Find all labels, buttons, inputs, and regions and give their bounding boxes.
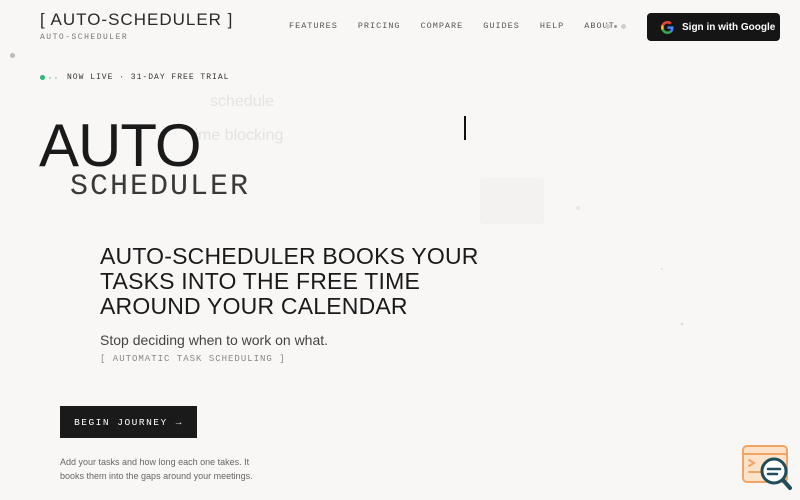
nav-compare[interactable]: COMPARE: [421, 21, 464, 31]
decorative-dot: [576, 206, 580, 210]
live-dot-icon: [40, 75, 45, 80]
text-cursor: [464, 116, 466, 140]
theme-toggle-dots[interactable]: [605, 24, 626, 29]
dot-icon: [621, 24, 626, 29]
ghost-word-time-blocking: time blocking: [190, 127, 284, 144]
hero-subheadline: Stop deciding when to work on what.: [100, 332, 329, 348]
brand-logo-text: [ AUTO-SCHEDULER ]: [40, 10, 234, 29]
nav-pricing[interactable]: PRICING: [358, 21, 401, 31]
nav-guides[interactable]: GUIDES: [483, 21, 520, 31]
ghost-word-schedule: schedule: [210, 93, 275, 110]
sign-in-google-button[interactable]: Sign in with Google: [647, 13, 780, 41]
brand[interactable]: [ AUTO-SCHEDULER ] AUTO-SCHEDULER: [40, 10, 233, 42]
begin-journey-label: BEGIN JOURNEY: [74, 416, 168, 428]
decorative-dot: [681, 323, 683, 325]
hero-description: Add your tasks and how long each one tak…: [60, 457, 253, 481]
live-status: NOW LIVE · 31-DAY FREE TRIAL: [40, 73, 229, 82]
begin-journey-button[interactable]: BEGIN JOURNEY →: [60, 406, 197, 438]
google-logo-icon: [661, 20, 674, 34]
decorative-card: [480, 178, 544, 224]
chat-search-icon[interactable]: [741, 443, 793, 493]
arrow-right-icon: →: [175, 416, 183, 428]
dot-icon: [55, 76, 57, 79]
dot-icon: [605, 24, 610, 29]
live-status-text: NOW LIVE · 31-DAY FREE TRIAL: [67, 73, 230, 82]
brand-subtitle: AUTO-SCHEDULER: [40, 33, 129, 42]
main-nav: FEATURES PRICING COMPARE GUIDES HELP ABO…: [289, 21, 615, 31]
dot-icon: [614, 25, 617, 28]
hero-title-scheduler: SCHEDULER: [70, 170, 251, 204]
hero-title-auto: AUTO: [39, 112, 202, 179]
nav-help[interactable]: HELP: [540, 21, 564, 31]
nav-features[interactable]: FEATURES: [289, 21, 338, 31]
hero-headline: AUTO-SCHEDULER BOOKS YOUR TASKS INTO THE…: [100, 243, 479, 319]
sign-in-label: Sign in with Google: [682, 21, 776, 33]
hero-tagline: [ AUTOMATIC TASK SCHEDULING ]: [100, 354, 286, 364]
decorative-dot: [661, 268, 663, 270]
dot-icon: [49, 76, 51, 79]
side-indicator-dot: [10, 53, 15, 58]
